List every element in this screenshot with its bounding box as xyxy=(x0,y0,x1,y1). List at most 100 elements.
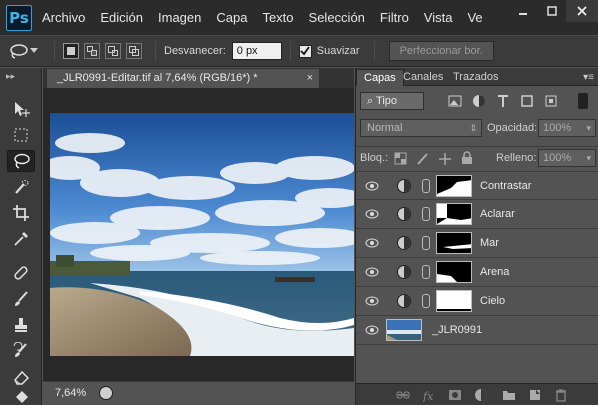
divider xyxy=(155,41,156,61)
subtract-selection-button[interactable] xyxy=(105,43,121,59)
layer-name: Cielo xyxy=(480,295,506,307)
smooth-checkbox[interactable] xyxy=(298,44,312,58)
status-info-icon[interactable] xyxy=(99,386,113,400)
divider xyxy=(54,41,55,61)
layer-name: Arena xyxy=(480,266,510,278)
layer-mask-thumbnail[interactable] xyxy=(436,261,472,283)
canvas-area[interactable] xyxy=(43,88,354,381)
brush-tool[interactable] xyxy=(7,288,35,310)
beach-photo xyxy=(50,113,354,356)
layer-mar[interactable]: Mar xyxy=(356,229,598,258)
bandage-icon xyxy=(14,266,28,280)
menu-ventana[interactable]: Ve xyxy=(467,10,482,25)
lock-transparent-icon[interactable] xyxy=(394,152,408,166)
type-filter-icon[interactable] xyxy=(496,94,510,108)
shape-filter-icon[interactable] xyxy=(520,94,534,108)
paint-bucket-tool[interactable] xyxy=(7,388,35,404)
tab-paths[interactable]: Trazados xyxy=(446,69,505,86)
fill-input[interactable]: 100% ▾ xyxy=(538,149,596,167)
options-bar: Desvanecer: 0 px Suavizar Perfeccionar b… xyxy=(0,35,598,67)
crop-tool[interactable] xyxy=(7,202,35,224)
lock-all-icon[interactable] xyxy=(460,151,474,165)
layer-cielo[interactable]: Cielo xyxy=(356,287,598,316)
maximize-button[interactable] xyxy=(537,0,566,22)
menu-filtro[interactable]: Filtro xyxy=(380,10,409,25)
menu-imagen[interactable]: Imagen xyxy=(158,10,201,25)
layer-style-icon[interactable]: fx xyxy=(422,388,436,402)
layer-name: _JLR0991 xyxy=(432,324,483,336)
panel-menu-icon[interactable]: ▾≡ xyxy=(583,72,594,83)
close-document-icon[interactable]: × xyxy=(307,69,313,88)
layer-aclarar[interactable]: Aclarar xyxy=(356,200,598,229)
lasso-preset-picker[interactable] xyxy=(8,43,46,59)
lock-position-icon[interactable] xyxy=(438,152,452,166)
menu-vista[interactable]: Vista xyxy=(424,10,453,25)
document-tabs: _JLR0991-Editar.tif al 7,64% (RGB/16*) *… xyxy=(43,68,354,88)
smart-object-filter-icon[interactable] xyxy=(544,94,558,108)
marquee-tool[interactable] xyxy=(7,124,35,146)
eye-icon[interactable] xyxy=(365,296,379,306)
link-layers-icon[interactable] xyxy=(396,388,410,402)
pixel-filter-icon[interactable] xyxy=(448,94,462,108)
healing-brush-tool[interactable] xyxy=(7,262,35,284)
lock-row: Bloq.: Relleno: 100% ▾ xyxy=(356,146,598,168)
eraser-tool[interactable] xyxy=(7,366,35,388)
document-tab[interactable]: _JLR0991-Editar.tif al 7,64% (RGB/16*) *… xyxy=(47,69,319,88)
layer-mask-thumbnail[interactable] xyxy=(436,290,472,312)
menu-edicion[interactable]: Edición xyxy=(100,10,143,25)
eye-icon[interactable] xyxy=(365,238,379,248)
refine-edge-button[interactable]: Perfeccionar bor. xyxy=(388,41,494,61)
feather-input[interactable]: 0 px xyxy=(231,42,282,60)
layer-mask-thumbnail[interactable] xyxy=(436,175,472,197)
curves-adjustment-icon xyxy=(397,207,411,221)
adjustment-filter-icon[interactable] xyxy=(472,94,486,108)
history-brush-tool[interactable] xyxy=(7,340,35,362)
lasso-tool[interactable] xyxy=(7,150,35,172)
menu-archivo[interactable]: Archivo xyxy=(42,10,85,25)
intersect-selection-button[interactable] xyxy=(126,43,142,59)
layer-mask-thumbnail[interactable] xyxy=(436,203,472,225)
blend-mode-select[interactable]: Normal ⇕ xyxy=(360,119,482,137)
minimize-icon xyxy=(518,13,527,15)
opacity-input[interactable]: 100% ▾ xyxy=(538,119,596,137)
layer-filter-select[interactable]: ⌕ Tipo xyxy=(360,92,424,110)
minimize-button[interactable] xyxy=(508,0,537,22)
divider xyxy=(373,41,375,61)
collapse-toolbar-icon[interactable]: ▸▸ xyxy=(6,71,15,82)
add-selection-button[interactable] xyxy=(84,43,100,59)
lock-image-pixels-icon[interactable] xyxy=(416,152,430,166)
eye-icon[interactable] xyxy=(365,267,379,277)
new-adjustment-icon[interactable] xyxy=(474,388,488,402)
menu-capa[interactable]: Capa xyxy=(216,10,247,25)
add-mask-icon[interactable] xyxy=(448,388,462,402)
zoom-level[interactable]: 7,64% xyxy=(55,387,86,399)
delete-layer-icon[interactable] xyxy=(554,388,568,402)
eye-icon[interactable] xyxy=(365,325,379,335)
layer-thumbnail[interactable] xyxy=(386,319,422,341)
close-icon xyxy=(577,6,587,16)
eye-icon[interactable] xyxy=(365,209,379,219)
eyedropper-tool[interactable] xyxy=(7,228,35,250)
move-tool[interactable] xyxy=(7,98,35,120)
new-selection-button[interactable] xyxy=(63,43,79,59)
menu-bar: Ps Archivo Edición Imagen Capa Texto Sel… xyxy=(0,0,598,35)
quick-selection-tool[interactable] xyxy=(7,176,35,198)
new-group-icon[interactable] xyxy=(502,388,516,402)
layer-background[interactable]: _JLR0991 xyxy=(356,316,598,345)
layer-contrastar[interactable]: Contrastar xyxy=(356,171,598,200)
menu-seleccion[interactable]: Selección xyxy=(309,10,365,25)
move-icon xyxy=(15,102,30,117)
new-layer-icon[interactable] xyxy=(528,388,542,402)
link-icon xyxy=(422,265,430,279)
close-window-button[interactable] xyxy=(566,0,598,22)
layer-filter-value: Tipo xyxy=(376,95,398,107)
layer-arena[interactable]: Arena xyxy=(356,258,598,287)
tab-channels[interactable]: Canales xyxy=(396,69,450,86)
layer-filter-row: ⌕ Tipo xyxy=(356,90,598,112)
filter-toggle[interactable] xyxy=(578,93,588,109)
clone-stamp-tool[interactable] xyxy=(7,314,35,336)
svg-text:fx: fx xyxy=(422,390,434,402)
menu-texto[interactable]: Texto xyxy=(262,10,293,25)
layer-mask-thumbnail[interactable] xyxy=(436,232,472,254)
eye-icon[interactable] xyxy=(365,181,379,191)
